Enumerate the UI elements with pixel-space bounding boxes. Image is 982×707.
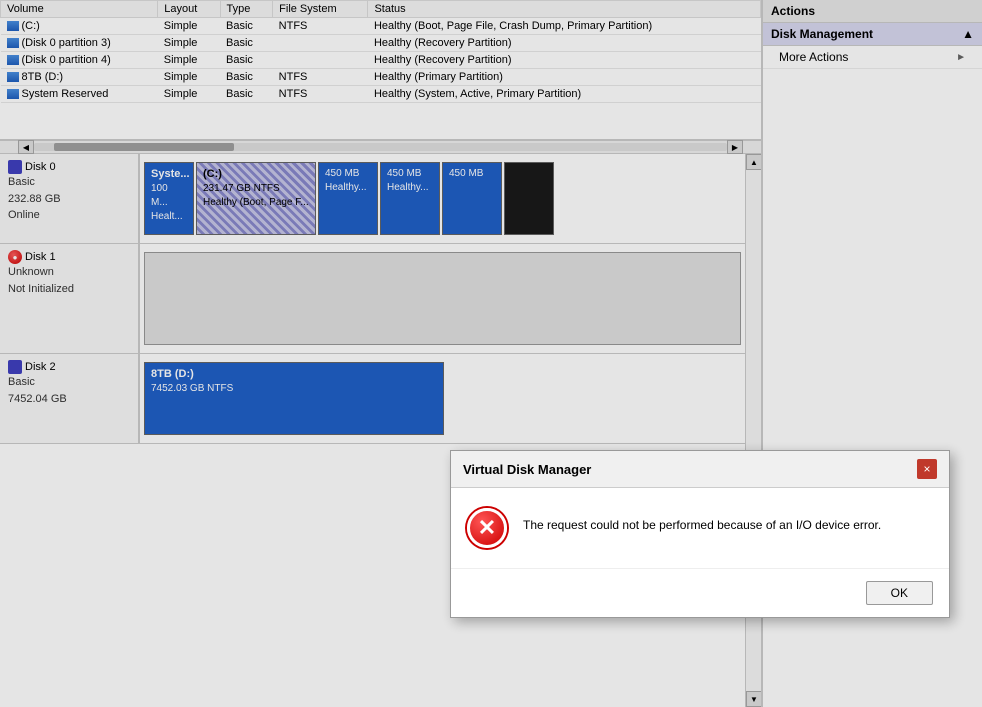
- modal-close-button[interactable]: ×: [917, 459, 937, 479]
- modal-message: The request could not be performed becau…: [523, 508, 881, 534]
- modal-title: Virtual Disk Manager: [463, 462, 591, 477]
- modal-overlay: Virtual Disk Manager × ✕ The request cou…: [0, 0, 982, 707]
- virtual-disk-manager-dialog: Virtual Disk Manager × ✕ The request cou…: [450, 450, 950, 618]
- modal-body: ✕ The request could not be performed bec…: [451, 488, 949, 568]
- modal-footer: OK: [451, 568, 949, 617]
- error-icon: ✕: [467, 508, 507, 548]
- ok-button[interactable]: OK: [866, 581, 933, 605]
- modal-titlebar: Virtual Disk Manager ×: [451, 451, 949, 488]
